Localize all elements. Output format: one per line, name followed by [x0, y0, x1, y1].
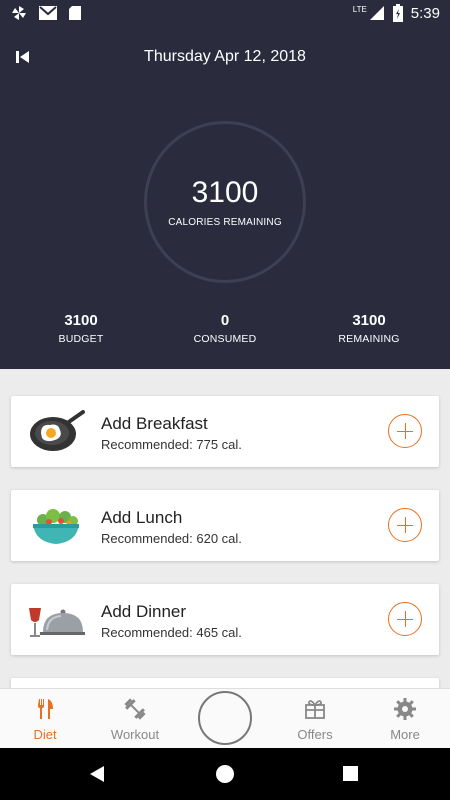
meal-card-lunch[interactable]: Add Lunch Recommended: 620 cal.: [11, 490, 439, 561]
nav-diet[interactable]: Diet: [0, 689, 90, 749]
salad-bowl-icon: [33, 509, 79, 544]
gift-icon: [305, 700, 325, 719]
stat-remaining: 3100 REMAINING: [309, 312, 429, 345]
battery-icon: [392, 4, 403, 22]
stat-label: CONSUMED: [193, 333, 257, 345]
add-dinner-button[interactable]: [388, 602, 422, 636]
clock: 5:39: [410, 4, 440, 22]
calorie-summary-header: Thursday Apr 12, 2018 3100 CALORIES REMA…: [0, 26, 450, 369]
calories-remaining-label: CALORIES REMAINING: [168, 217, 282, 228]
meal-title: Add Lunch: [101, 508, 183, 527]
system-recents-icon[interactable]: [343, 766, 358, 781]
add-lunch-button[interactable]: [388, 508, 422, 542]
meal-recommended: Recommended: 465 cal.: [101, 625, 242, 640]
meal-card-breakfast[interactable]: Add Breakfast Recommended: 775 cal.: [11, 396, 439, 467]
stat-value: 3100: [64, 312, 98, 329]
pinwheel-icon: [12, 6, 26, 20]
sd-card-icon: [69, 6, 81, 20]
stat-value: 3100: [352, 312, 386, 329]
date-label[interactable]: Thursday Apr 12, 2018: [0, 48, 450, 66]
stat-value: 0: [220, 312, 230, 329]
nav-offers[interactable]: Offers: [270, 689, 360, 749]
stat-label: BUDGET: [58, 333, 104, 345]
meal-recommended: Recommended: 775 cal.: [101, 437, 242, 452]
stat-consumed: 0 CONSUMED: [165, 312, 285, 345]
nav-label: Diet: [33, 727, 57, 742]
stat-label: REMAINING: [338, 333, 400, 345]
nav-more[interactable]: More: [360, 689, 450, 749]
bottom-navigation: Diet Workout Offers More: [0, 688, 450, 748]
meal-title: Add Dinner: [101, 602, 187, 621]
nav-label: Workout: [110, 727, 160, 742]
stat-budget: 3100 BUDGET: [21, 312, 141, 345]
gear-icon: [394, 698, 416, 720]
system-navigation-bar: [0, 748, 450, 800]
nav-label: Offers: [297, 727, 333, 742]
dinner-cloche-icon: [29, 608, 85, 637]
meal-recommended: Recommended: 620 cal.: [101, 531, 242, 546]
network-type: LTE: [352, 4, 367, 14]
system-home-icon[interactable]: [216, 765, 234, 783]
meal-title: Add Breakfast: [101, 414, 208, 433]
dumbbell-icon: [124, 698, 146, 720]
fork-knife-icon: [38, 699, 53, 719]
center-action-button[interactable]: [198, 691, 252, 745]
meal-card-dinner[interactable]: Add Dinner Recommended: 465 cal.: [11, 584, 439, 655]
nav-workout[interactable]: Workout: [90, 689, 180, 749]
gmail-icon: [39, 6, 57, 20]
status-bar: LTE 5:39: [0, 0, 450, 26]
system-back-icon[interactable]: [90, 766, 104, 782]
add-breakfast-button[interactable]: [388, 414, 422, 448]
frying-pan-egg-icon: [30, 410, 85, 451]
signal-icon: [369, 6, 384, 20]
calories-remaining-value: 3100: [191, 176, 259, 209]
nav-label: More: [390, 727, 420, 742]
